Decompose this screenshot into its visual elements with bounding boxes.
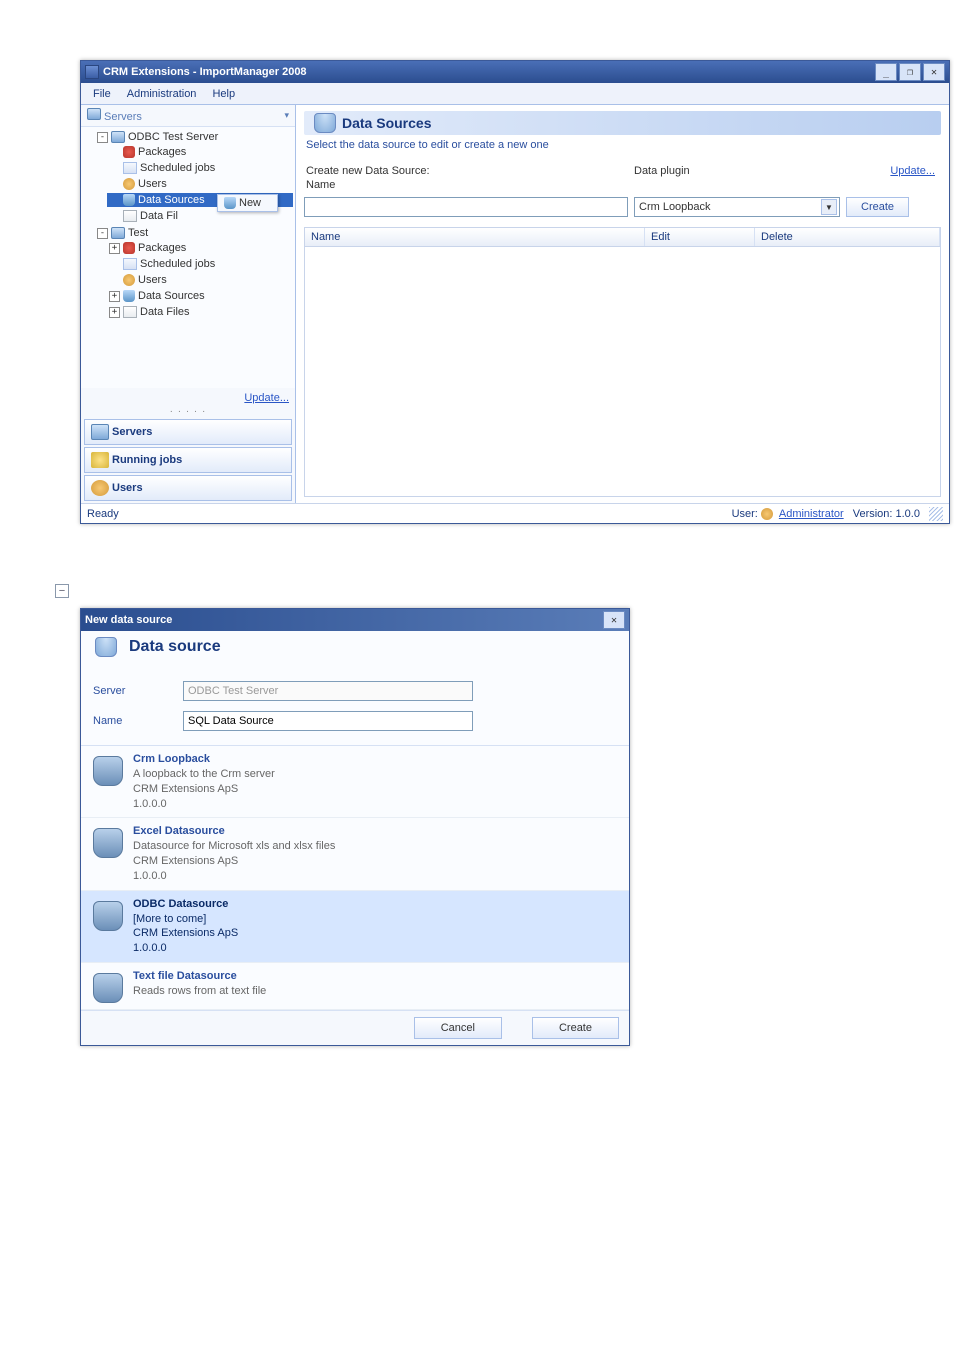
col-name[interactable]: Name <box>305 228 645 246</box>
pkg-icon <box>123 242 135 254</box>
dialog-create-button[interactable]: Create <box>532 1017 619 1039</box>
sidebar-header[interactable]: Servers ▾ <box>81 105 295 127</box>
chevron-down-icon[interactable]: ▾ <box>284 110 289 121</box>
data-source-icon <box>93 901 123 931</box>
create-ds-section-label: Create new Data Source: <box>304 165 634 177</box>
dialog-header: Data source <box>129 638 221 656</box>
ds-icon <box>123 194 135 206</box>
splitter-handle[interactable]: · · · · · <box>81 406 295 417</box>
expander-icon[interactable]: + <box>109 307 120 318</box>
maximize-button[interactable]: ❐ <box>899 63 921 81</box>
resize-grip-icon[interactable] <box>929 507 943 521</box>
dialog-title: New data source <box>85 614 601 626</box>
sidebar-update-link[interactable]: Update... <box>244 392 289 404</box>
expander-icon[interactable]: + <box>109 243 120 254</box>
tree: -ODBC Test ServerPackages Scheduled jobs U… <box>81 127 295 388</box>
name-input[interactable] <box>304 197 628 217</box>
expander-icon[interactable]: - <box>97 132 108 143</box>
new-data-source-dialog: New data source ✕ Data source Server Nam… <box>80 608 630 1046</box>
content-title: Data Sources <box>342 115 431 131</box>
sidebar: Servers ▾ -ODBC Test ServerPackages Sched… <box>81 105 296 503</box>
nav-users[interactable]: Users <box>84 475 292 501</box>
data-source-icon <box>93 973 123 1003</box>
collapse-toggle[interactable]: − <box>55 584 69 598</box>
menu-administration[interactable]: Administration <box>119 85 205 103</box>
data-source-icon <box>314 113 336 133</box>
server-icon <box>111 131 125 143</box>
tree-item[interactable]: Users <box>107 177 293 191</box>
tree-item[interactable]: Packages <box>107 145 293 159</box>
status-version: 1.0.0 <box>895 508 919 520</box>
tree-item[interactable]: Scheduled jobs <box>107 257 293 271</box>
tree-item[interactable]: Scheduled jobs <box>107 161 293 175</box>
pkg-icon <box>123 146 135 158</box>
menubar: File Administration Help <box>81 83 949 105</box>
expander-icon[interactable]: + <box>109 291 120 302</box>
statusbar: Ready User: Administrator Version: 1.0.0 <box>81 503 949 523</box>
nav-servers[interactable]: Servers <box>84 419 292 445</box>
user-label: User: <box>732 508 758 520</box>
users-icon <box>91 480 109 496</box>
content-pane: Data Sources Select the data source to e… <box>296 105 949 503</box>
col-delete[interactable]: Delete <box>755 228 940 246</box>
content-update-link[interactable]: Update... <box>890 165 935 177</box>
plugin-item[interactable]: ODBC Datasource [More to come] CRM Exten… <box>81 891 629 963</box>
server-label: Server <box>93 685 183 697</box>
col-edit[interactable]: Edit <box>645 228 755 246</box>
dialog-titlebar[interactable]: New data source ✕ <box>81 609 629 631</box>
name-label: Name <box>304 179 634 191</box>
user-icon <box>761 508 773 520</box>
status-user[interactable]: Administrator <box>779 508 844 520</box>
tree-item[interactable]: +Packages <box>107 241 293 255</box>
df-icon <box>123 210 137 222</box>
dialog-name-label: Name <box>93 715 183 727</box>
run-icon <box>91 452 109 468</box>
plugin-item[interactable]: Excel Datasource Datasource for Microsof… <box>81 818 629 890</box>
dialog-cancel-button[interactable]: Cancel <box>414 1017 502 1039</box>
main-window: CRM Extensions - ImportManager 2008 _ ❐ … <box>80 60 950 524</box>
server-icon <box>111 227 125 239</box>
tree-item[interactable]: +Data Sources <box>107 289 293 303</box>
plugin-list[interactable]: Crm Loopback A loopback to the Crm serve… <box>81 745 629 1010</box>
tree-item[interactable]: Users <box>107 273 293 287</box>
window-title: CRM Extensions - ImportManager 2008 <box>103 66 873 78</box>
menu-help[interactable]: Help <box>204 85 243 103</box>
plugin-item[interactable]: Crm Loopback A loopback to the Crm serve… <box>81 746 629 818</box>
dialog-close-button[interactable]: ✕ <box>603 611 625 629</box>
plugin-label: Data plugin <box>634 165 844 177</box>
menu-file[interactable]: File <box>85 85 119 103</box>
version-label: Version: <box>853 508 893 520</box>
sched-icon <box>123 258 137 270</box>
server-icon <box>91 424 109 440</box>
data-source-icon <box>93 756 123 786</box>
users-icon <box>123 178 135 190</box>
plugin-item[interactable]: Text file Datasource Reads rows from at … <box>81 963 629 1010</box>
server-field <box>183 681 473 701</box>
df-icon <box>123 306 137 318</box>
tree-server[interactable]: -ODBC Test Server <box>95 130 293 144</box>
ds-icon <box>224 197 236 209</box>
nav-running-jobs[interactable]: Running jobs <box>84 447 292 473</box>
titlebar[interactable]: CRM Extensions - ImportManager 2008 _ ❐ … <box>81 61 949 83</box>
expander-icon[interactable]: - <box>97 228 108 239</box>
data-source-icon <box>93 828 123 858</box>
create-button[interactable]: Create <box>846 197 909 217</box>
app-icon <box>85 65 99 79</box>
minimize-button[interactable]: _ <box>875 63 897 81</box>
server-icon <box>87 108 101 120</box>
status-ready: Ready <box>87 508 119 520</box>
dropdown-icon: ▼ <box>821 199 837 215</box>
data-source-icon <box>95 637 117 657</box>
content-subtitle: Select the data source to edit or create… <box>306 139 939 151</box>
plugin-select[interactable]: Crm Loopback ▼ <box>634 197 840 217</box>
context-menu[interactable]: New <box>217 194 278 212</box>
tree-server[interactable]: -Test <box>95 226 293 240</box>
users-icon <box>123 274 135 286</box>
sched-icon <box>123 162 137 174</box>
data-sources-grid: Name Edit Delete <box>304 227 941 497</box>
tree-item[interactable]: +Data Files <box>107 305 293 319</box>
ds-icon <box>123 290 135 302</box>
close-button[interactable]: ✕ <box>923 63 945 81</box>
dialog-name-field[interactable] <box>183 711 473 731</box>
